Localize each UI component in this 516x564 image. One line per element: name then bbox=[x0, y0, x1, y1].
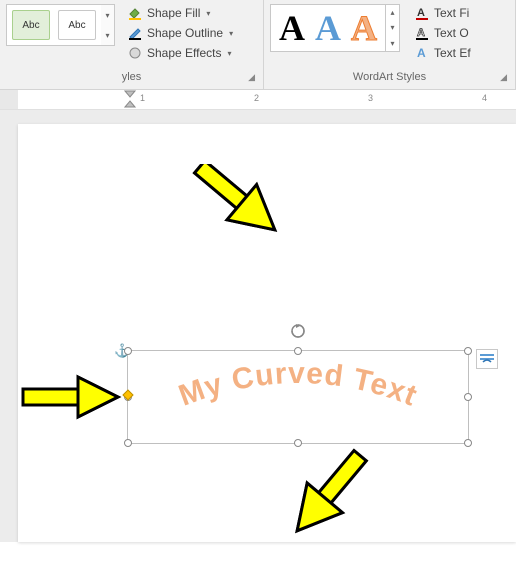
svg-text:A: A bbox=[417, 46, 426, 60]
svg-text:A: A bbox=[417, 27, 425, 39]
tab-indent-marker[interactable] bbox=[124, 89, 136, 111]
annotation-arrow-2 bbox=[18, 372, 128, 427]
text-outline-label: Text O bbox=[434, 26, 469, 40]
shape-styles-gallery-more[interactable]: ▾▾ bbox=[101, 4, 115, 46]
annotation-arrow-1 bbox=[178, 164, 298, 239]
text-effects-button[interactable]: A Text Ef bbox=[412, 44, 473, 62]
resize-handle-tl[interactable] bbox=[124, 347, 132, 355]
ruler-number: 1 bbox=[140, 93, 145, 103]
text-outline-button[interactable]: A Text O bbox=[412, 24, 473, 42]
text-outline-icon: A bbox=[414, 25, 430, 41]
shape-fill-label: Shape Fill bbox=[147, 6, 200, 20]
shape-styles-launcher-icon[interactable]: ◢ bbox=[248, 72, 255, 83]
ribbon: Abc Abc ▾▾ Shape Fill▾ Shape Outline▾ bbox=[0, 0, 516, 90]
annotation-arrow-3 bbox=[268, 429, 388, 564]
text-fill-icon: A bbox=[414, 5, 430, 21]
effects-icon bbox=[127, 45, 143, 61]
shape-sample-text: Abc bbox=[22, 20, 39, 31]
shape-sample-text: Abc bbox=[68, 20, 85, 31]
text-fill-label: Text Fi bbox=[434, 6, 469, 20]
resize-handle-tr[interactable] bbox=[464, 347, 472, 355]
bucket-icon bbox=[127, 5, 143, 21]
wordart-preset-2[interactable]: A bbox=[313, 10, 343, 46]
wordart-styles-group-label: WordArt Styles ◢ bbox=[270, 69, 509, 85]
shape-styles-group: Abc Abc ▾▾ Shape Fill▾ Shape Outline▾ bbox=[0, 0, 264, 89]
resize-handle-mr[interactable] bbox=[464, 393, 472, 401]
shape-style-preset-1[interactable]: Abc bbox=[9, 7, 53, 43]
pencil-icon bbox=[127, 25, 143, 41]
shape-fill-button[interactable]: Shape Fill▾ bbox=[125, 4, 235, 22]
layout-options-icon bbox=[479, 352, 495, 366]
text-effects-icon: A bbox=[414, 45, 430, 61]
text-fill-button[interactable]: A Text Fi bbox=[412, 4, 473, 22]
wordart-styles-group: A A A ▴▾▾ A Text Fi A Text O A Text Ef bbox=[264, 0, 516, 89]
svg-text:My Curved Text: My Curved Text bbox=[174, 357, 421, 413]
resize-handle-br[interactable] bbox=[464, 439, 472, 447]
rotate-handle[interactable] bbox=[290, 323, 306, 339]
ruler-number: 4 bbox=[482, 93, 487, 103]
wordart-styles-launcher-icon[interactable]: ◢ bbox=[500, 72, 507, 83]
shape-styles-group-label: yles ◢ bbox=[6, 69, 257, 85]
curved-wordart-text[interactable]: My Curved Text bbox=[138, 363, 458, 438]
shape-effects-button[interactable]: Shape Effects▾ bbox=[125, 44, 235, 62]
wordart-preset-3[interactable]: A bbox=[349, 10, 379, 46]
text-effects-label: Text Ef bbox=[434, 46, 471, 60]
layout-options-button[interactable] bbox=[476, 349, 498, 369]
shape-style-preset-2[interactable]: Abc bbox=[55, 7, 99, 43]
wordart-preset-1[interactable]: A bbox=[277, 10, 307, 46]
ruler-number: 3 bbox=[368, 93, 373, 103]
ruler-number: 2 bbox=[254, 93, 259, 103]
resize-handle-tm[interactable] bbox=[294, 347, 302, 355]
wordart-gallery-more[interactable]: ▴▾▾ bbox=[385, 5, 399, 51]
shape-effects-label: Shape Effects bbox=[147, 46, 222, 60]
shape-outline-label: Shape Outline bbox=[147, 26, 223, 40]
document-area: ⚓ My Curved Text bbox=[0, 110, 516, 542]
svg-text:A: A bbox=[417, 7, 425, 19]
page[interactable]: ⚓ My Curved Text bbox=[18, 124, 516, 542]
resize-handle-bl[interactable] bbox=[124, 439, 132, 447]
shape-outline-button[interactable]: Shape Outline▾ bbox=[125, 24, 235, 42]
horizontal-ruler[interactable]: 1 2 3 4 bbox=[0, 90, 516, 110]
